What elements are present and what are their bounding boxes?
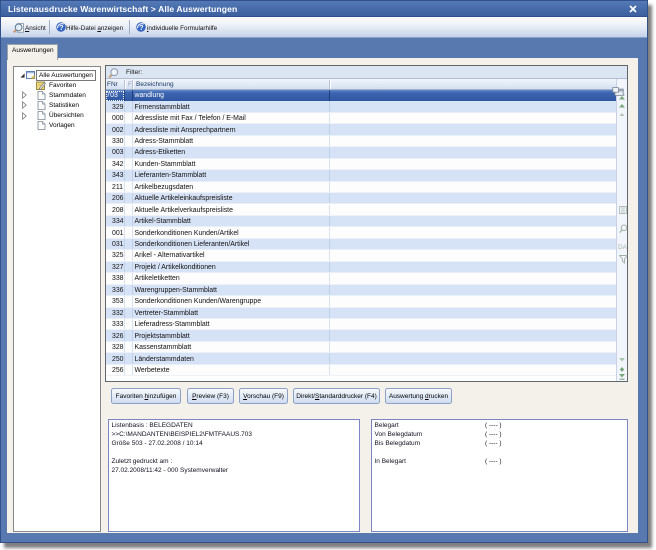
svg-text:?: ?	[139, 23, 144, 32]
svg-text:?: ?	[59, 23, 64, 32]
svg-text:DA: DA	[618, 244, 627, 250]
